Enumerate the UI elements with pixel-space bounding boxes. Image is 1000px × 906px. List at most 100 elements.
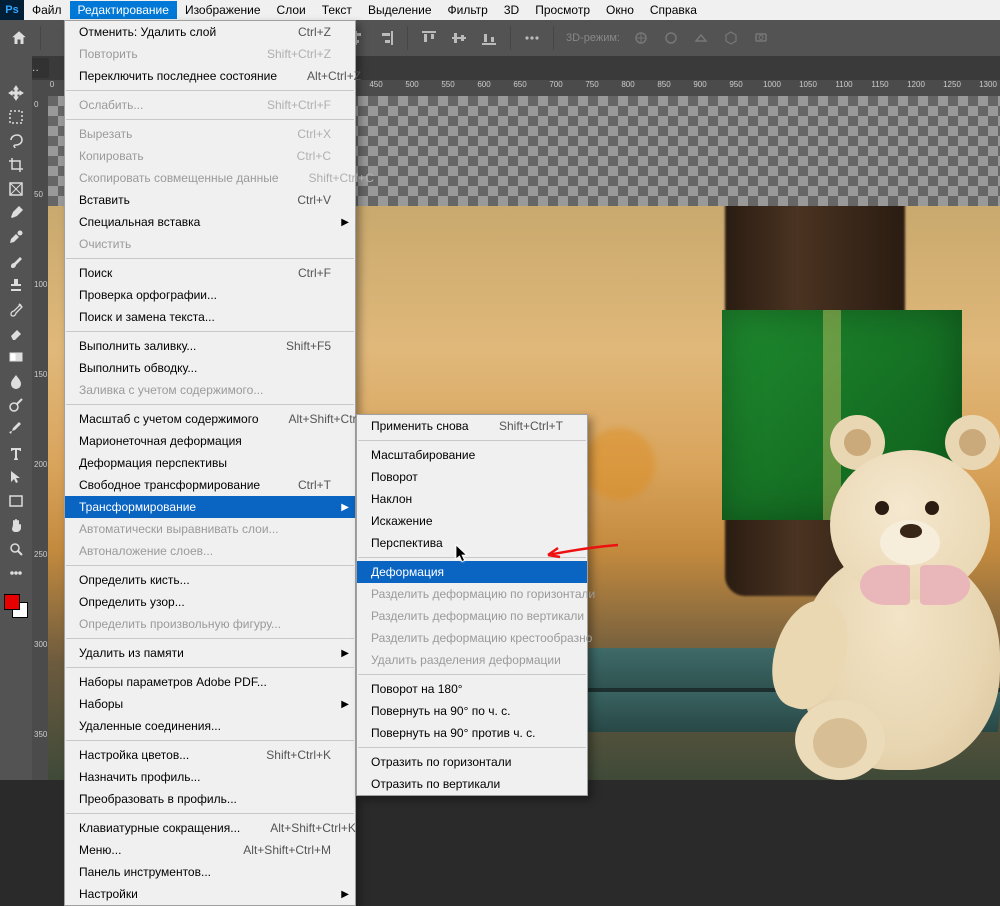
more-tool[interactable] (2, 562, 30, 584)
move-tool[interactable] (2, 82, 30, 104)
menu-редактирование[interactable]: Редактирование (70, 1, 177, 19)
menu-item[interactable]: Определить кисть... (65, 569, 355, 591)
menu-item[interactable]: Повернуть на 90° против ч. с. (357, 722, 587, 744)
menu-item[interactable]: Масштаб с учетом содержимогоAlt+Shift+Ct… (65, 408, 355, 430)
menu-item[interactable]: Настройка цветов...Shift+Ctrl+K (65, 744, 355, 766)
menu-item[interactable]: Искажение (357, 510, 587, 532)
menu-item-label: Марионеточная деформация (79, 434, 331, 448)
menu-текст[interactable]: Текст (314, 1, 360, 19)
menu-item-label: Удалить из памяти (79, 646, 331, 660)
menu-item[interactable]: ВставитьCtrl+V (65, 189, 355, 211)
menu-item-shortcut: Alt+Shift+Ctrl+K (240, 821, 356, 835)
menu-item[interactable]: Наборы▶ (65, 693, 355, 715)
menu-item[interactable]: Перспектива (357, 532, 587, 554)
menu-item[interactable]: Наборы параметров Adobe PDF... (65, 671, 355, 693)
align-bottom-icon[interactable] (476, 25, 502, 51)
menu-item[interactable]: Масштабирование (357, 444, 587, 466)
menu-item-label: Отразить по вертикали (371, 777, 563, 791)
ruler-vertical: 050100150200250300350 (32, 96, 48, 780)
menu-item[interactable]: Специальная вставка▶ (65, 211, 355, 233)
menu-фильтр[interactable]: Фильтр (440, 1, 496, 19)
3d-icon-4[interactable] (718, 25, 744, 51)
menu-item[interactable]: Проверка орфографии... (65, 284, 355, 306)
menu-item[interactable]: Повернуть на 90° по ч. с. (357, 700, 587, 722)
crop-tool[interactable] (2, 154, 30, 176)
menu-item[interactable]: Удалить из памяти▶ (65, 642, 355, 664)
zoom-tool[interactable] (2, 538, 30, 560)
eraser-tool[interactable] (2, 322, 30, 344)
more-icon[interactable] (519, 25, 545, 51)
menu-item[interactable]: Определить узор... (65, 591, 355, 613)
menu-item-shortcut: Ctrl+X (267, 127, 331, 141)
frame-tool[interactable] (2, 178, 30, 200)
align-right-icon[interactable] (373, 25, 399, 51)
menu-item-label: Настройка цветов... (79, 748, 236, 762)
menu-item[interactable]: Преобразовать в профиль... (65, 788, 355, 810)
eyedropper-tool[interactable] (2, 202, 30, 224)
align-top-icon[interactable] (416, 25, 442, 51)
pen-tool[interactable] (2, 418, 30, 440)
path-select-tool[interactable] (2, 466, 30, 488)
healing-tool[interactable] (2, 226, 30, 248)
menu-item[interactable]: Клавиатурные сокращения...Alt+Shift+Ctrl… (65, 817, 355, 839)
3d-icon-2[interactable] (658, 25, 684, 51)
menu-item: Заливка с учетом содержимого... (65, 379, 355, 401)
menu-изображение[interactable]: Изображение (177, 1, 269, 19)
menu-item[interactable]: Трансформирование▶ (65, 496, 355, 518)
menu-item[interactable]: Переключить последнее состояниеAlt+Ctrl+… (65, 65, 355, 87)
marquee-tool[interactable] (2, 106, 30, 128)
align-vcenter-icon[interactable] (446, 25, 472, 51)
menu-3d[interactable]: 3D (496, 1, 527, 19)
menu-item[interactable]: Наклон (357, 488, 587, 510)
menu-item[interactable]: Меню...Alt+Shift+Ctrl+M (65, 839, 355, 861)
tools-panel (0, 56, 32, 780)
menu-слои[interactable]: Слои (269, 1, 314, 19)
menu-item-shortcut: Shift+Ctrl+K (236, 748, 331, 762)
menu-просмотр[interactable]: Просмотр (527, 1, 598, 19)
3d-icon-5[interactable] (748, 25, 774, 51)
3d-icon-3[interactable] (688, 25, 714, 51)
submenu-arrow-icon: ▶ (341, 889, 349, 900)
menu-item[interactable]: Назначить профиль... (65, 766, 355, 788)
dodge-tool[interactable] (2, 394, 30, 416)
3d-icon-1[interactable] (628, 25, 654, 51)
menu-item[interactable]: Поиск и замена текста... (65, 306, 355, 328)
brush-tool[interactable] (2, 250, 30, 272)
lasso-tool[interactable] (2, 130, 30, 152)
menu-item[interactable]: Отменить: Удалить слойCtrl+Z (65, 21, 355, 43)
menu-item[interactable]: Выполнить обводку... (65, 357, 355, 379)
menu-item[interactable]: Свободное трансформированиеCtrl+T (65, 474, 355, 496)
menu-item[interactable]: Поворот (357, 466, 587, 488)
menu-item-label: Наборы (79, 697, 331, 711)
gradient-tool[interactable] (2, 346, 30, 368)
menu-item-label: Преобразовать в профиль... (79, 792, 331, 806)
home-icon[interactable] (6, 25, 32, 51)
blur-tool[interactable] (2, 370, 30, 392)
menu-item[interactable]: Выполнить заливку...Shift+F5 (65, 335, 355, 357)
menu-item[interactable]: Поворот на 180° (357, 678, 587, 700)
menu-item-shortcut: Shift+Ctrl+T (469, 419, 563, 433)
menu-item-label: Определить кисть... (79, 573, 331, 587)
menu-справка[interactable]: Справка (642, 1, 705, 19)
menu-item-label: Повторить (79, 47, 237, 61)
menu-item[interactable]: Применить сноваShift+Ctrl+T (357, 415, 587, 437)
menu-item[interactable]: Настройки▶ (65, 883, 355, 905)
menu-файл[interactable]: Файл (24, 1, 70, 19)
color-swatches[interactable] (2, 592, 30, 620)
menu-item[interactable]: Деформация перспективы (65, 452, 355, 474)
menu-item[interactable]: Удаленные соединения... (65, 715, 355, 737)
stamp-tool[interactable] (2, 274, 30, 296)
menu-item[interactable]: ПоискCtrl+F (65, 262, 355, 284)
hand-tool[interactable] (2, 514, 30, 536)
history-brush-tool[interactable] (2, 298, 30, 320)
menu-item: Очистить (65, 233, 355, 255)
type-tool[interactable] (2, 442, 30, 464)
menu-окно[interactable]: Окно (598, 1, 642, 19)
menu-item[interactable]: Отразить по вертикали (357, 773, 587, 795)
menu-item[interactable]: Деформация (357, 561, 587, 583)
menu-item[interactable]: Марионеточная деформация (65, 430, 355, 452)
menu-выделение[interactable]: Выделение (360, 1, 440, 19)
rectangle-tool[interactable] (2, 490, 30, 512)
menu-item[interactable]: Панель инструментов... (65, 861, 355, 883)
menu-item[interactable]: Отразить по горизонтали (357, 751, 587, 773)
